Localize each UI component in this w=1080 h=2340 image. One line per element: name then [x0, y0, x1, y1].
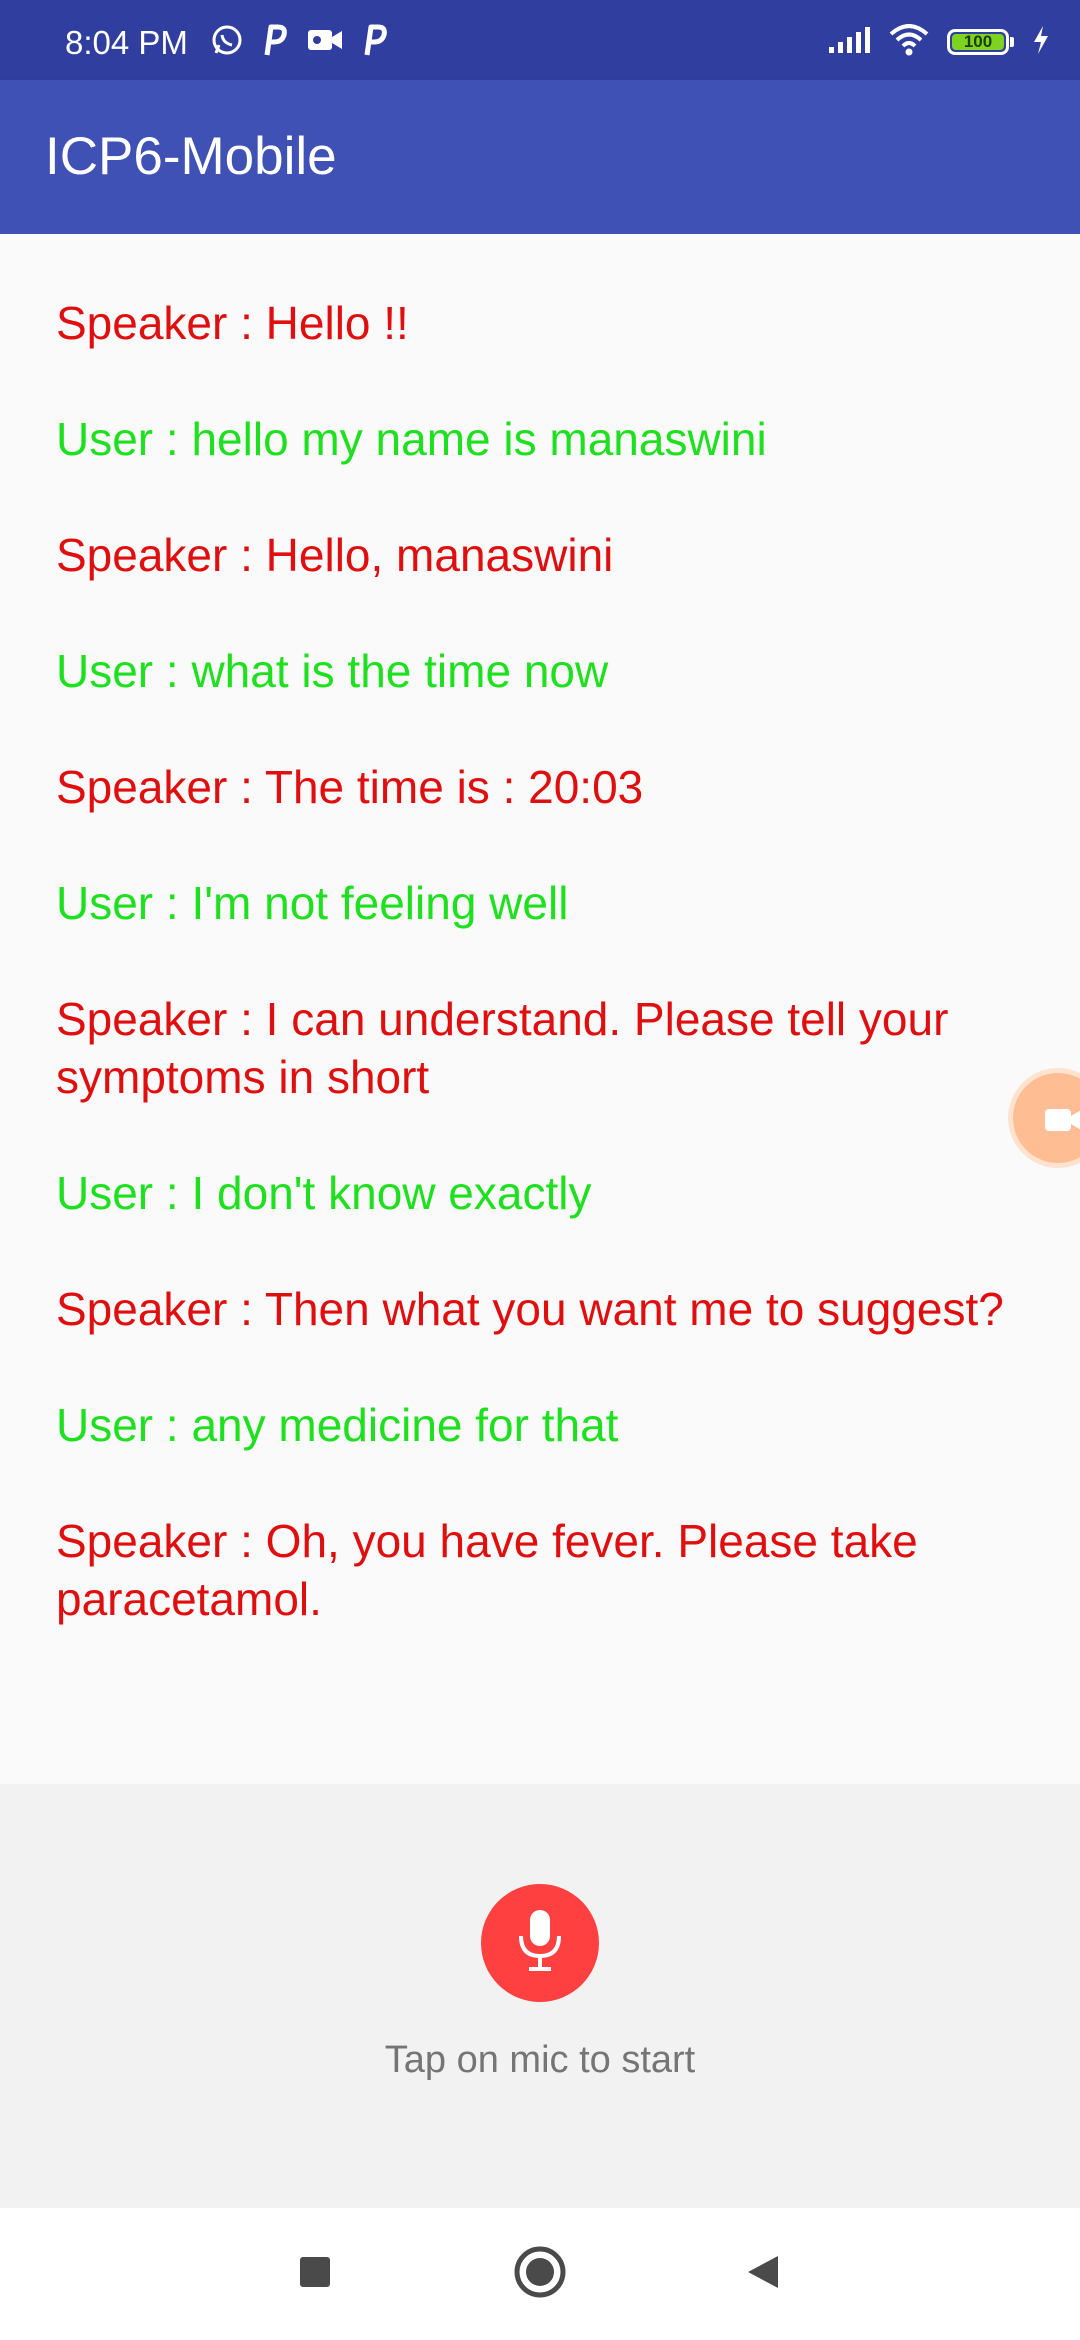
mic-button[interactable] — [481, 1884, 599, 2002]
speaker-message: Speaker : Oh, you have fever. Please tak… — [56, 1515, 918, 1625]
app-bar: ICP6-Mobile — [0, 80, 1080, 234]
app-title: ICP6-Mobile — [45, 127, 337, 186]
system-icons: 100 — [827, 22, 1050, 62]
conversation-scroll[interactable]: Speaker : Hello !! User : hello my name … — [0, 234, 1080, 1674]
bottom-panel: Tap on mic to start — [0, 1784, 1080, 2208]
charging-icon — [1032, 25, 1050, 60]
whatsapp-icon — [210, 23, 244, 62]
p-notification-icon — [262, 23, 288, 62]
microphone-icon — [513, 1906, 567, 1981]
speaker-message: Speaker : Hello, manaswini — [56, 529, 614, 581]
user-message: User : what is the time now — [56, 645, 609, 697]
wifi-icon — [889, 23, 929, 61]
user-message: User : I don't know exactly — [56, 1167, 592, 1219]
conversation-list: Speaker : Hello !! User : hello my name … — [56, 294, 1026, 1674]
status-bar: 8:04 PM 100 — [0, 0, 1080, 80]
navigation-bar — [0, 2208, 1080, 2340]
status-time: 8:04 PM — [65, 24, 188, 61]
recent-apps-button[interactable] — [285, 2244, 345, 2304]
video-camera-icon — [306, 25, 344, 60]
mic-hint: Tap on mic to start — [384, 2039, 696, 2081]
speaker-message: Speaker : I can understand. Please tell … — [56, 993, 949, 1103]
recent-apps-icon — [298, 2255, 332, 2294]
home-button[interactable] — [510, 2244, 570, 2304]
user-message: User : I'm not feeling well — [56, 877, 569, 929]
p-notification-icon — [362, 23, 388, 62]
user-message: User : any medicine for that — [56, 1399, 619, 1451]
speaker-message: Speaker : The time is : 20:03 — [56, 761, 644, 813]
battery-level: 100 — [963, 32, 993, 51]
battery-icon: 100 — [947, 29, 1014, 55]
back-icon — [742, 2252, 782, 2297]
user-message: User : hello my name is manaswini — [56, 413, 767, 465]
signal-icon — [827, 25, 871, 60]
notification-icons — [210, 22, 388, 62]
back-button[interactable] — [732, 2244, 792, 2304]
speaker-message: Speaker : Then what you want me to sugge… — [56, 1283, 1004, 1335]
speaker-message: Speaker : Hello !! — [56, 297, 409, 349]
home-icon — [512, 2244, 568, 2305]
screen: 8:04 PM 100 ICP6-Mobile Speaker: Hello … — [0, 0, 1080, 2340]
